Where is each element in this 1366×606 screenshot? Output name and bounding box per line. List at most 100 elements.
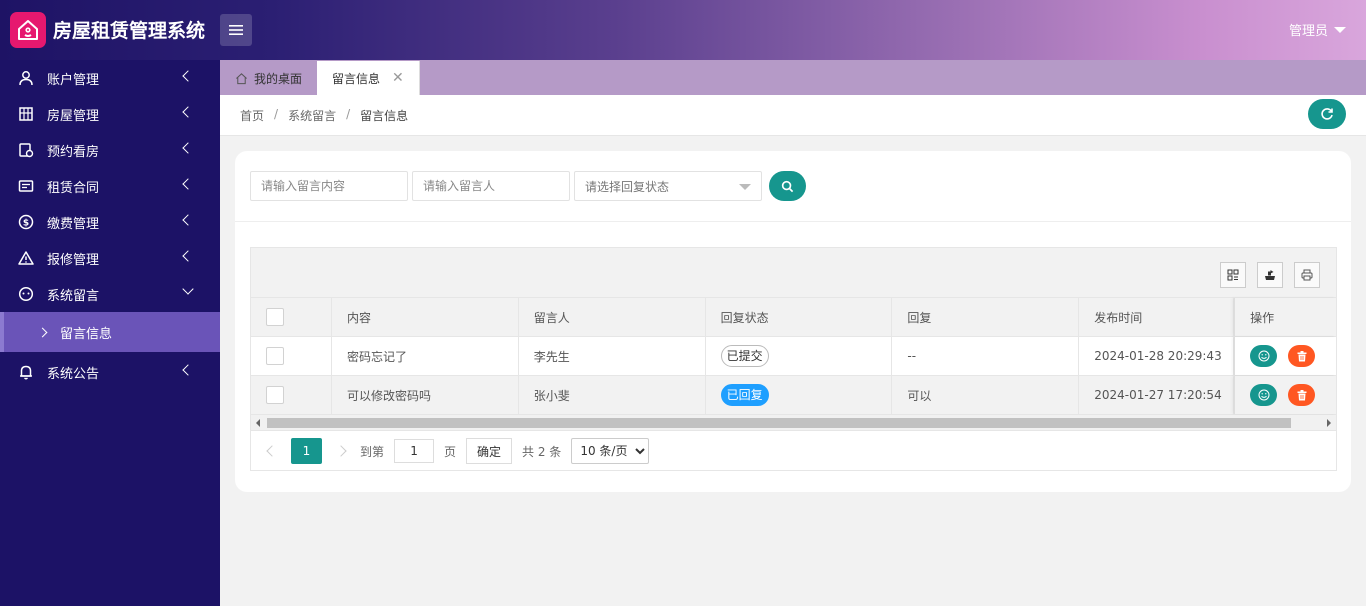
horizontal-scrollbar[interactable] xyxy=(251,415,1336,431)
select-all-checkbox[interactable] xyxy=(266,308,284,326)
column-header-status[interactable]: 回复状态 xyxy=(706,298,893,336)
next-page-icon[interactable] xyxy=(335,445,347,457)
tab-label: 留言信息 xyxy=(332,71,381,86)
smile-icon xyxy=(1258,389,1270,401)
cell-content: 可以修改密码吗 xyxy=(332,376,519,414)
scrollbar-thumb[interactable] xyxy=(267,418,1291,428)
sidebar-item-payment[interactable]: $ 缴费管理 xyxy=(0,204,220,240)
scroll-left-icon[interactable] xyxy=(256,419,260,427)
sidebar-item-house[interactable]: 房屋管理 xyxy=(0,96,220,132)
reply-status-select[interactable]: 请选择回复状态 xyxy=(574,171,762,201)
delete-button[interactable] xyxy=(1288,345,1316,367)
breadcrumb-bar: 首页 / 系统留言 / 留言信息 xyxy=(220,95,1366,136)
refresh-button[interactable] xyxy=(1308,99,1346,129)
chevron-down-icon xyxy=(182,283,194,295)
appointment-icon xyxy=(18,142,34,158)
refresh-icon xyxy=(1321,108,1333,120)
export-icon xyxy=(1265,270,1275,280)
sidebar-item-label: 系统公告 xyxy=(47,366,100,382)
cell-status: 已回复 xyxy=(706,376,893,414)
sidebar-item-notice[interactable]: 系统公告 xyxy=(0,354,220,390)
sidebar-item-label: 租赁合同 xyxy=(47,180,100,196)
delete-button[interactable] xyxy=(1288,384,1316,406)
header-checkbox-cell xyxy=(251,298,332,336)
tab-my-desktop[interactable]: 我的桌面 xyxy=(220,61,317,95)
cell-time: 2024-01-28 20:29:43 xyxy=(1079,337,1235,375)
close-icon[interactable]: ✕ xyxy=(392,70,404,86)
print-icon xyxy=(1301,269,1313,281)
export-button[interactable] xyxy=(1257,262,1283,288)
pagination: 1 到第 页 确定 共 2 条 10 条/页 xyxy=(251,431,1336,471)
reply-button[interactable] xyxy=(1250,384,1278,406)
print-button[interactable] xyxy=(1294,262,1320,288)
page-number-input[interactable] xyxy=(394,439,435,463)
sidebar-item-label: 预约看房 xyxy=(47,144,100,160)
top-header: 房屋租赁管理系统 管理员 xyxy=(0,0,1366,60)
tab-message-info[interactable]: 留言信息 ✕ xyxy=(317,61,420,95)
sidebar-item-contract[interactable]: 租赁合同 xyxy=(0,168,220,204)
trash-icon xyxy=(1297,350,1307,361)
confirm-page-button[interactable]: 确定 xyxy=(466,438,513,464)
menu-toggle-button[interactable] xyxy=(220,14,252,46)
user-menu[interactable]: 管理员 xyxy=(1289,20,1346,39)
scroll-right-icon[interactable] xyxy=(1327,419,1331,427)
table-row: 可以修改密码吗 张小斐 已回复 可以 2024-01-27 17:20:54 xyxy=(251,376,1336,415)
sidebar-item-message[interactable]: 系统留言 xyxy=(0,276,220,312)
prev-page-icon[interactable] xyxy=(266,445,278,457)
tab-label: 我的桌面 xyxy=(254,71,303,86)
current-page[interactable]: 1 xyxy=(291,438,322,464)
message-icon xyxy=(18,286,34,302)
trash-icon xyxy=(1297,389,1307,400)
cell-actions xyxy=(1234,376,1336,414)
column-header-time[interactable]: 发布时间 xyxy=(1079,298,1235,336)
column-header-user[interactable]: 留言人 xyxy=(519,298,706,336)
cell-reply: 可以 xyxy=(892,376,1080,414)
content-card: 请选择回复状态 内容 留言人 回复状态 回复 xyxy=(235,151,1351,492)
chevron-left-icon xyxy=(182,70,194,82)
table-row: 密码忘记了 李先生 已提交 -- 2024-01-28 20:29:43 xyxy=(251,337,1336,376)
cell-time: 2024-01-27 17:20:54 xyxy=(1079,376,1235,414)
breadcrumb-system-message[interactable]: 系统留言 xyxy=(288,107,336,124)
sidebar-item-label: 房屋管理 xyxy=(47,108,100,124)
search-button[interactable] xyxy=(769,171,806,201)
status-badge: 已回复 xyxy=(720,384,769,406)
chevron-left-icon xyxy=(182,250,194,262)
sidebar: 账户管理 房屋管理 预约看房 租赁合同 $ 缴费管理 报修管理 系统留言 留言信… xyxy=(0,60,220,606)
sidebar-item-appointment[interactable]: 预约看房 xyxy=(0,132,220,168)
sidebar-item-account[interactable]: 账户管理 xyxy=(0,60,220,96)
breadcrumb-home[interactable]: 首页 xyxy=(240,107,264,124)
search-icon xyxy=(781,180,794,192)
sidebar-subitem-message-info[interactable]: 留言信息 xyxy=(0,312,220,352)
reply-button[interactable] xyxy=(1250,345,1278,367)
message-content-input[interactable] xyxy=(250,171,408,201)
chevron-left-icon xyxy=(182,364,194,376)
column-header-reply[interactable]: 回复 xyxy=(892,298,1080,336)
sidebar-item-label: 报修管理 xyxy=(47,252,100,268)
contract-icon xyxy=(18,178,34,194)
message-user-input[interactable] xyxy=(412,171,570,201)
columns-filter-button[interactable] xyxy=(1220,262,1246,288)
smile-icon xyxy=(1258,350,1270,362)
page-unit-label: 页 xyxy=(444,444,457,459)
cell-reply: -- xyxy=(892,337,1080,375)
hamburger-icon xyxy=(229,25,243,35)
sidebar-item-label: 缴费管理 xyxy=(47,216,100,232)
page-size-select[interactable]: 10 条/页 xyxy=(571,438,650,464)
columns-icon xyxy=(1227,269,1239,281)
dropdown-arrow-icon xyxy=(739,184,751,190)
cell-user: 张小斐 xyxy=(519,376,706,414)
row-checkbox[interactable] xyxy=(266,386,284,404)
search-form: 请选择回复状态 xyxy=(250,171,806,201)
home-icon xyxy=(236,72,247,84)
sidebar-item-label: 系统留言 xyxy=(47,288,100,304)
sidebar-item-repair[interactable]: 报修管理 xyxy=(0,240,220,276)
column-header-content[interactable]: 内容 xyxy=(332,298,519,336)
row-checkbox[interactable] xyxy=(266,347,284,365)
app-title: 房屋租赁管理系统 xyxy=(53,20,206,42)
chevron-right-icon xyxy=(37,327,48,337)
cell-actions xyxy=(1234,337,1336,375)
breadcrumb-current: 留言信息 xyxy=(360,109,409,123)
chevron-left-icon xyxy=(182,178,194,190)
message-table: 内容 留言人 回复状态 回复 发布时间 操作 密码忘记了 李先生 已提交 -- … xyxy=(250,247,1337,471)
chevron-left-icon xyxy=(182,142,194,154)
